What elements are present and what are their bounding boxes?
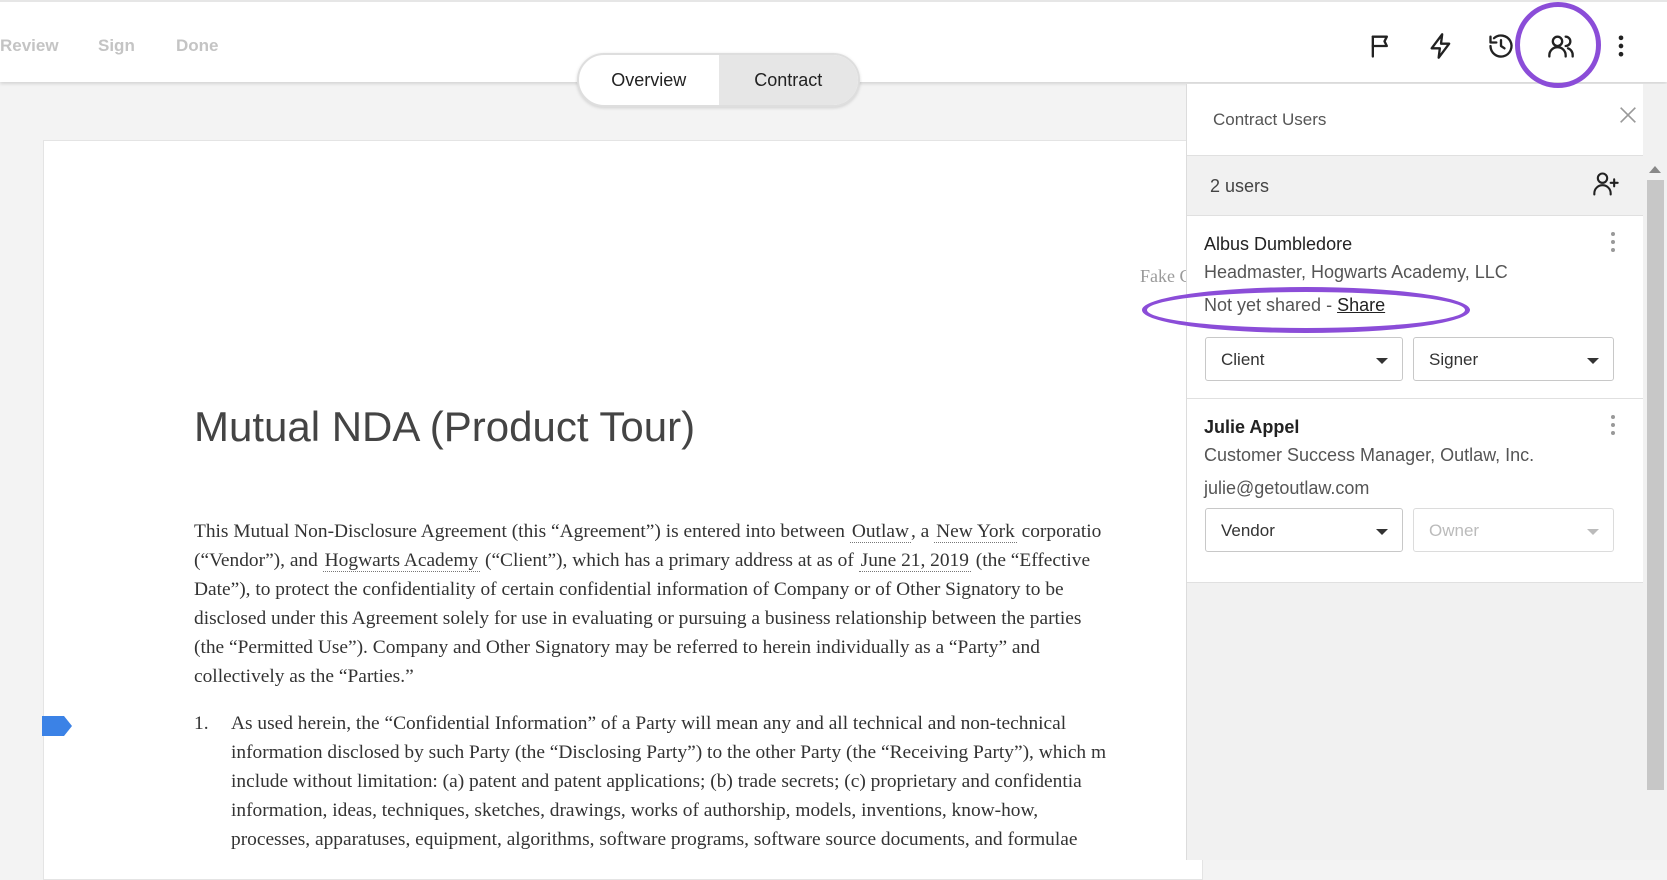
intro-line: disclosed under this Agreement solely fo… bbox=[194, 608, 1082, 629]
document-intro-paragraph: This Mutual Non-Disclosure Agreement (th… bbox=[194, 517, 1194, 691]
vendor-name-field[interactable]: Outlaw bbox=[849, 521, 911, 543]
tab-contract[interactable]: Contract bbox=[718, 55, 858, 105]
document-title: Mutual NDA (Product Tour) bbox=[194, 403, 696, 450]
party-select[interactable]: Vendor bbox=[1205, 508, 1403, 552]
users-icon[interactable] bbox=[1541, 26, 1581, 66]
vendor-state-field[interactable]: New York bbox=[934, 521, 1017, 543]
history-icon[interactable] bbox=[1481, 26, 1521, 66]
user-card: Julie Appel Customer Success Manager, Ou… bbox=[1187, 399, 1643, 583]
effective-date-field[interactable]: June 21, 2019 bbox=[858, 550, 971, 572]
user-name: Albus Dumbledore bbox=[1204, 234, 1353, 254]
scroll-thumb[interactable] bbox=[1647, 180, 1664, 790]
comment-marker-icon[interactable] bbox=[40, 714, 74, 738]
client-name-field[interactable]: Hogwarts Academy bbox=[322, 550, 481, 572]
permission-select: Owner bbox=[1413, 508, 1614, 552]
user-card: Albus Dumbledore Headmaster, Hogwarts Ac… bbox=[1187, 216, 1643, 399]
users-count: 2 users bbox=[1210, 176, 1270, 196]
add-user-icon[interactable] bbox=[1592, 170, 1622, 200]
panel-title: Contract Users bbox=[1213, 110, 1327, 129]
user-menu-icon[interactable] bbox=[1603, 413, 1623, 439]
caret-down-icon bbox=[1587, 358, 1599, 364]
clause-text: As used herein, the “Confidential Inform… bbox=[231, 709, 1106, 854]
contract-users-panel: Contract Users 2 users Albus Dumbledore … bbox=[1186, 84, 1667, 860]
tab-overview[interactable]: Overview bbox=[579, 55, 719, 105]
user-name: Julie Appel bbox=[1204, 417, 1300, 437]
clause-line: include without limitation: (a) patent a… bbox=[231, 771, 1082, 792]
step-review[interactable]: Review bbox=[0, 36, 59, 56]
scroll-up-icon[interactable] bbox=[1649, 166, 1661, 173]
user-role: Headmaster, Hogwarts Academy, LLC bbox=[1204, 262, 1508, 282]
user-role: Customer Success Manager, Outlaw, Inc. bbox=[1204, 445, 1535, 465]
flag-icon[interactable] bbox=[1361, 26, 1401, 66]
contract-document: Fake C Mutual NDA (Product Tour) This Mu… bbox=[43, 140, 1203, 880]
user-menu-icon[interactable] bbox=[1603, 230, 1623, 256]
share-link[interactable]: Share bbox=[1337, 295, 1385, 315]
permission-select[interactable]: Signer bbox=[1413, 337, 1614, 381]
panel-header: Contract Users bbox=[1187, 84, 1643, 156]
clause-line: information disclosed by such Party (the… bbox=[231, 742, 1107, 763]
step-done[interactable]: Done bbox=[176, 36, 219, 56]
intro-line: (“Vendor”), and Hogwarts Academy (“Clien… bbox=[194, 550, 1091, 572]
intro-line: This Mutual Non-Disclosure Agreement (th… bbox=[194, 521, 1102, 543]
panel-scrollbar[interactable] bbox=[1643, 156, 1667, 860]
clause-line: As used herein, the “Confidential Inform… bbox=[231, 713, 1067, 734]
document-header-text: Fake C bbox=[1140, 266, 1192, 286]
caret-down-icon bbox=[1587, 529, 1599, 535]
user-email: julie@getoutlaw.com bbox=[1204, 478, 1370, 498]
more-vertical-icon[interactable] bbox=[1601, 26, 1641, 66]
step-sign[interactable]: Sign bbox=[98, 36, 135, 56]
intro-line: collectively as the “Parties.” bbox=[194, 666, 414, 687]
caret-down-icon bbox=[1376, 529, 1388, 535]
clause-line: processes, apparatuses, equipment, algor… bbox=[231, 829, 1078, 850]
share-status: Not yet shared - Share bbox=[1204, 295, 1386, 315]
view-toggle: Overview Contract bbox=[577, 53, 860, 107]
intro-line: Date”), to protect the confidentiality o… bbox=[194, 579, 1064, 600]
party-select[interactable]: Client bbox=[1205, 337, 1403, 381]
caret-down-icon bbox=[1376, 358, 1388, 364]
intro-line: (the “Permitted Use”). Company and Other… bbox=[194, 637, 1040, 658]
clause-line: information, ideas, techniques, sketches… bbox=[231, 800, 1039, 821]
lightning-icon[interactable] bbox=[1421, 26, 1461, 66]
close-icon[interactable] bbox=[1617, 104, 1641, 128]
users-bar: 2 users bbox=[1187, 156, 1643, 216]
clause-number: 1. bbox=[194, 713, 209, 734]
